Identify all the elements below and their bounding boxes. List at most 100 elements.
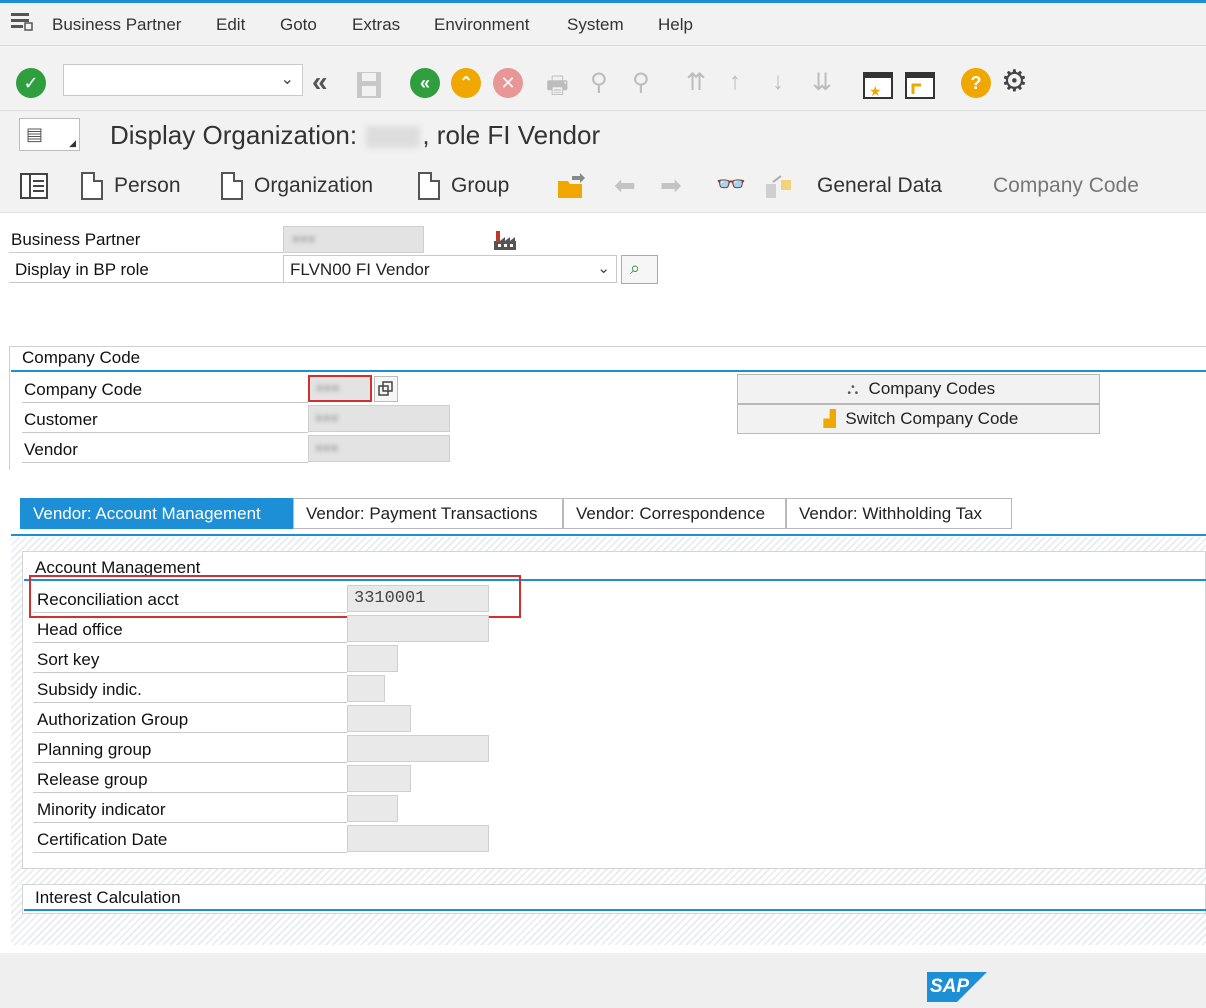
planning-group-field[interactable] xyxy=(347,735,489,762)
menu-icon[interactable] xyxy=(10,11,34,31)
tab-payment-transactions-label: Vendor: Payment Transactions xyxy=(306,504,538,523)
sort-key-label: Sort key xyxy=(37,650,100,669)
save-icon[interactable] xyxy=(355,70,383,100)
relationships-icon[interactable] xyxy=(764,172,794,200)
tab-payment-transactions[interactable]: Vendor: Payment Transactions xyxy=(293,498,563,529)
back-icon[interactable]: « xyxy=(410,68,440,98)
cancel-icon[interactable]: ✕ xyxy=(493,68,523,98)
chevron-down-icon[interactable]: ⌄ xyxy=(281,69,294,89)
collapse-left-icon[interactable]: « xyxy=(312,66,328,98)
business-partner-field[interactable]: ■■■ xyxy=(283,226,424,253)
locator-toggle-icon[interactable] xyxy=(20,173,48,199)
vendor-label: Vendor xyxy=(24,440,78,459)
authorization-group-underline xyxy=(33,732,347,733)
head-office-underline xyxy=(33,642,347,643)
authorization-group-label: Authorization Group xyxy=(37,710,189,729)
business-partner-label: Business Partner xyxy=(11,230,141,249)
customer-redacted: ■■■ xyxy=(315,411,339,426)
tab-account-management[interactable]: Vendor: Account Management xyxy=(20,498,293,529)
organization-document-icon[interactable] xyxy=(221,172,243,200)
company-code-underline xyxy=(22,402,308,403)
minority-indicator-label: Minority indicator xyxy=(37,800,166,819)
minority-indicator-underline xyxy=(33,822,347,823)
person-button[interactable]: Person xyxy=(114,174,181,198)
authorization-group-field[interactable] xyxy=(347,705,411,732)
switch-company-code-button[interactable]: ▟ Switch Company Code xyxy=(737,404,1100,434)
find-icon[interactable]: ⚲ xyxy=(590,68,608,97)
menu-system[interactable]: System xyxy=(567,15,624,35)
last-page-icon[interactable]: ⇊ xyxy=(812,68,832,97)
company-code-section-top-border xyxy=(9,346,1206,347)
page-title-suffix: , role FI Vendor xyxy=(422,120,601,150)
help-icon[interactable]: ? xyxy=(961,68,991,98)
menu-business-partner[interactable]: Business Partner xyxy=(52,15,181,35)
create-session-icon[interactable]: ★ xyxy=(863,70,893,100)
previous-page-icon[interactable]: ↑ xyxy=(729,68,741,96)
page-title-prefix: Display Organization: xyxy=(110,120,358,150)
multiple-selection-icon[interactable] xyxy=(374,376,398,402)
arrow-right-icon[interactable]: ➡ xyxy=(660,170,682,201)
bp-role-label: Display in BP role xyxy=(15,260,149,279)
sort-key-underline xyxy=(33,672,347,673)
company-code-section-divider xyxy=(11,370,1206,372)
status-bar xyxy=(0,953,1206,1008)
tab-correspondence[interactable]: Vendor: Correspondence xyxy=(563,498,786,529)
company-codes-icon: ⛬ xyxy=(847,381,859,398)
open-folder-icon[interactable] xyxy=(556,172,586,200)
command-field[interactable]: ⌄ xyxy=(63,64,303,96)
release-group-field[interactable] xyxy=(347,765,411,792)
interest-calculation-title: Interest Calculation xyxy=(35,888,181,907)
organization-button[interactable]: Organization xyxy=(254,174,373,198)
bp-role-select[interactable]: FLVN00 FI Vendor ⌄ xyxy=(283,255,617,283)
company-code-button[interactable]: Company Code xyxy=(993,174,1139,198)
exit-icon[interactable]: ⌃ xyxy=(451,68,481,98)
menu-help[interactable]: Help xyxy=(658,15,693,35)
chevron-down-icon[interactable]: ⌄ xyxy=(597,259,610,277)
person-document-icon[interactable] xyxy=(81,172,103,200)
next-page-icon[interactable]: ↓ xyxy=(772,68,784,96)
menu-goto[interactable]: Goto xyxy=(280,15,317,35)
enter-check-icon[interactable]: ✓ xyxy=(16,68,46,98)
print-icon[interactable]: 🖶 xyxy=(546,68,569,109)
certification-date-label: Certification Date xyxy=(37,830,168,849)
shortcut-icon[interactable] xyxy=(905,70,935,100)
find-next-icon[interactable]: ⚲ xyxy=(632,68,650,97)
company-code-field[interactable]: ■■■ xyxy=(308,375,372,402)
sort-key-field[interactable] xyxy=(347,645,398,672)
head-office-field[interactable] xyxy=(347,615,489,642)
subsidy-indic-label: Subsidy indic. xyxy=(37,680,142,699)
company-code-section-title: Company Code xyxy=(22,348,141,367)
general-data-button[interactable]: General Data xyxy=(817,174,942,198)
subsidy-indic-field[interactable] xyxy=(347,675,385,702)
vendor-redacted: ■■■ xyxy=(315,441,339,456)
screen-menu-button[interactable]: ▤ ◢ xyxy=(19,118,80,151)
vendor-field[interactable]: ■■■ xyxy=(308,435,450,462)
head-office-label: Head office xyxy=(37,620,123,639)
display-change-glasses-icon[interactable]: 👓 xyxy=(716,170,746,199)
certification-date-field[interactable] xyxy=(347,825,489,852)
first-page-icon[interactable]: ⇈ xyxy=(686,68,706,97)
highlight-box xyxy=(29,575,521,618)
menu-edit[interactable]: Edit xyxy=(216,15,245,35)
customer-underline xyxy=(22,432,308,433)
switch-company-code-button-label: Switch Company Code xyxy=(845,409,1019,428)
group-document-icon[interactable] xyxy=(418,172,440,200)
customer-field[interactable]: ■■■ xyxy=(308,405,450,432)
minority-indicator-field[interactable] xyxy=(347,795,398,822)
release-group-label: Release group xyxy=(37,770,148,789)
bp-role-change-button[interactable]: ⌕ xyxy=(621,255,658,284)
factory-icon xyxy=(493,229,517,251)
company-codes-button[interactable]: ⛬ Company Codes xyxy=(737,374,1100,404)
menu-extras[interactable]: Extras xyxy=(352,15,400,35)
release-group-underline xyxy=(33,792,347,793)
group-button[interactable]: Group xyxy=(451,174,509,198)
gear-icon[interactable]: ⚙ xyxy=(1001,64,1028,99)
arrow-left-icon[interactable]: ⬅ xyxy=(614,170,636,201)
company-code-redacted: ■■■ xyxy=(316,381,340,396)
search-list-icon: ⌕ xyxy=(630,258,641,278)
menu-environment[interactable]: Environment xyxy=(434,15,529,35)
page-title-id-redacted xyxy=(366,126,421,149)
tab-withholding-tax[interactable]: Vendor: Withholding Tax xyxy=(786,498,1012,529)
tab-account-management-label: Vendor: Account Management xyxy=(33,504,261,523)
dropdown-triangle-icon: ◢ xyxy=(69,138,76,148)
